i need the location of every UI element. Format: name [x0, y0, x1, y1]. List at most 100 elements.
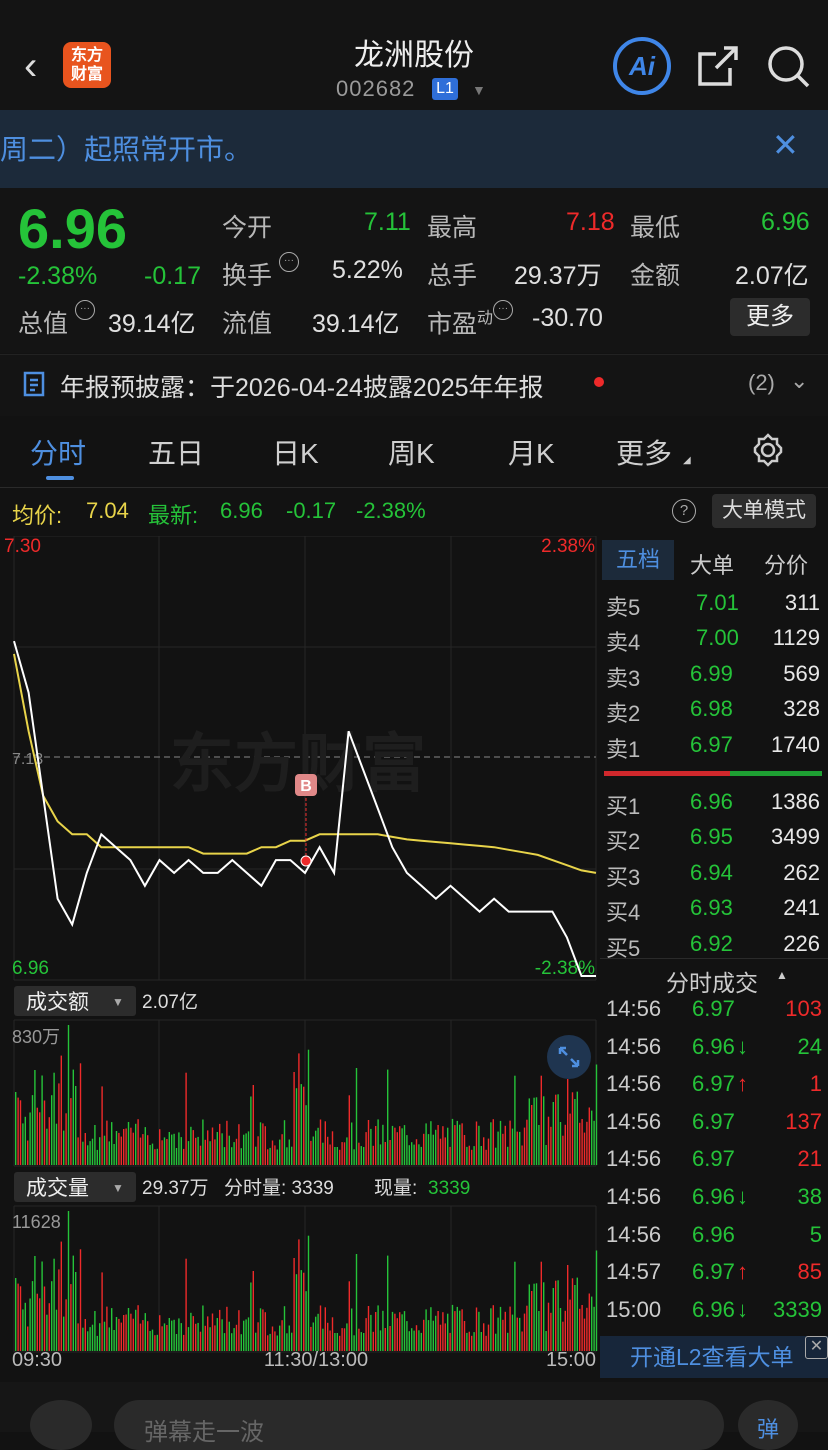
- volume-bar: [39, 1298, 41, 1351]
- open-label: 今开: [222, 214, 273, 242]
- volume-bar: [312, 1136, 314, 1165]
- bid-row-3[interactable]: 买3 6.94 262: [600, 860, 828, 894]
- volume-bar: [540, 1075, 542, 1165]
- bid-row-5[interactable]: 买5 6.92 226: [600, 931, 828, 965]
- change-pct: -2.38%: [18, 262, 98, 290]
- volume-bar: [557, 1280, 559, 1351]
- volume-bar: [163, 1137, 166, 1165]
- volume-bar: [461, 1309, 463, 1351]
- volume-bar: [70, 1284, 72, 1351]
- big-order-mode-button[interactable]: 大单模式: [712, 494, 816, 528]
- volume-bar: [72, 1069, 74, 1165]
- volume-bar: [29, 1298, 31, 1351]
- tab-big-orders[interactable]: 大单: [690, 548, 734, 580]
- danmaku-button[interactable]: 弹: [738, 1400, 798, 1450]
- volume-bar: [312, 1322, 314, 1351]
- volume-bar: [483, 1323, 485, 1351]
- trade-row: 14:56 6.96 ↓ 24: [606, 1033, 822, 1059]
- ask-row-1[interactable]: 卖1 6.97 1740: [600, 732, 828, 766]
- gear-icon[interactable]: [750, 432, 786, 468]
- ai-assistant-icon[interactable]: Ai: [613, 37, 671, 95]
- volume-bar: [41, 1075, 43, 1165]
- volume-bar: [259, 1122, 262, 1165]
- danmaku-input[interactable]: 弹幕走一波: [114, 1400, 724, 1450]
- trades-title[interactable]: 分时成交: [666, 964, 758, 998]
- volume-bar: [367, 1306, 370, 1351]
- volume-bar: [437, 1311, 439, 1351]
- volume-bar: [526, 1305, 528, 1351]
- volume-bar: [305, 1105, 307, 1165]
- chevron-down-icon[interactable]: ▼: [472, 82, 486, 98]
- volume-bar: [84, 1319, 86, 1351]
- volume-bar: [22, 1309, 24, 1351]
- volume-bar: [353, 1149, 355, 1165]
- share-icon[interactable]: [694, 42, 742, 90]
- bid-row-2[interactable]: 买2 6.95 3499: [600, 824, 828, 858]
- volume-bar: [187, 1141, 190, 1165]
- volume-bar: [444, 1323, 446, 1351]
- volume-bar: [123, 1129, 125, 1165]
- ask-row-5[interactable]: 卖5 7.01 311: [600, 590, 828, 624]
- info-icon[interactable]: ···: [74, 300, 95, 320]
- ask-row-2[interactable]: 卖2 6.98 328: [600, 696, 828, 730]
- volume-bar: [173, 1319, 175, 1351]
- volume-bar: [490, 1308, 492, 1351]
- volume-bar: [365, 1132, 367, 1165]
- info-icon[interactable]: ···: [493, 300, 514, 320]
- tab-weekly-k[interactable]: 周K: [388, 432, 435, 472]
- open-l2-button[interactable]: 开通L2查看大单: [600, 1336, 828, 1378]
- report-icon: [23, 371, 45, 397]
- trade-row: 14:56 6.97 ↑ 1: [606, 1071, 822, 1097]
- volume-bar: [187, 1327, 190, 1351]
- bid-row-1[interactable]: 买1 6.96 1386: [600, 789, 828, 823]
- tab-monthly-k[interactable]: 月K: [508, 432, 555, 472]
- volume-bar: [180, 1137, 182, 1165]
- search-icon[interactable]: [764, 42, 812, 90]
- volume-bar: [451, 1118, 454, 1165]
- tab-more[interactable]: 更多: [616, 432, 672, 472]
- tab-price-dist[interactable]: 分价: [764, 548, 808, 580]
- volume-bar: [492, 1305, 494, 1351]
- more-button[interactable]: 更多: [730, 298, 810, 336]
- bid-row-4[interactable]: 买4 6.93 241: [600, 895, 828, 929]
- volume-bar: [34, 1256, 36, 1351]
- close-icon[interactable]: ✕: [772, 128, 799, 162]
- volume-bar: [173, 1133, 175, 1165]
- volume-bar: [135, 1309, 137, 1351]
- menu-icon[interactable]: [30, 1400, 92, 1450]
- volume-bar: [343, 1328, 346, 1351]
- volume-bar: [137, 1305, 139, 1351]
- volume-bar: [591, 1296, 593, 1351]
- volume-bar: [166, 1139, 168, 1165]
- info-icon[interactable]: ···: [278, 252, 299, 272]
- volume-bar: [151, 1143, 154, 1165]
- volume-bar: [456, 1306, 458, 1351]
- volume-bar: [233, 1142, 235, 1165]
- caret-up-icon[interactable]: ▲: [776, 968, 788, 982]
- volume-bar: [89, 1327, 91, 1351]
- ask-row-4[interactable]: 卖4 7.00 1129: [600, 625, 828, 659]
- level-badge[interactable]: L1: [432, 78, 458, 100]
- help-icon[interactable]: ?: [672, 499, 696, 523]
- volume-bar: [84, 1133, 86, 1165]
- volume-bar: [305, 1291, 307, 1351]
- tab-5day[interactable]: 五日: [148, 432, 204, 472]
- tab-five-levels[interactable]: 五档: [602, 540, 674, 580]
- volume-bar: [283, 1120, 286, 1165]
- volume-bar: [562, 1321, 564, 1351]
- volume-bar: [15, 1278, 17, 1351]
- volume-bar: [63, 1316, 65, 1351]
- tab-intraday[interactable]: 分时: [30, 432, 86, 472]
- volume-bar: [468, 1145, 470, 1165]
- intraday-chart[interactable]: 7.30 2.38% 7.13 6.96 -2.38% 东方财富 B 成交额 ▼…: [0, 536, 600, 1366]
- close-icon[interactable]: ✕: [805, 1336, 828, 1359]
- volume-bar: [492, 1119, 494, 1165]
- volume-bar: [564, 1124, 566, 1165]
- volume-bar: [389, 1326, 391, 1351]
- volume-bar: [171, 1134, 173, 1165]
- volume-bar: [588, 1107, 590, 1165]
- chevron-down-icon[interactable]: ⌄: [790, 368, 808, 394]
- ask-row-3[interactable]: 卖3 6.99 569: [600, 661, 828, 695]
- volume-bar: [291, 1146, 293, 1165]
- tab-daily-k[interactable]: 日K: [272, 432, 319, 472]
